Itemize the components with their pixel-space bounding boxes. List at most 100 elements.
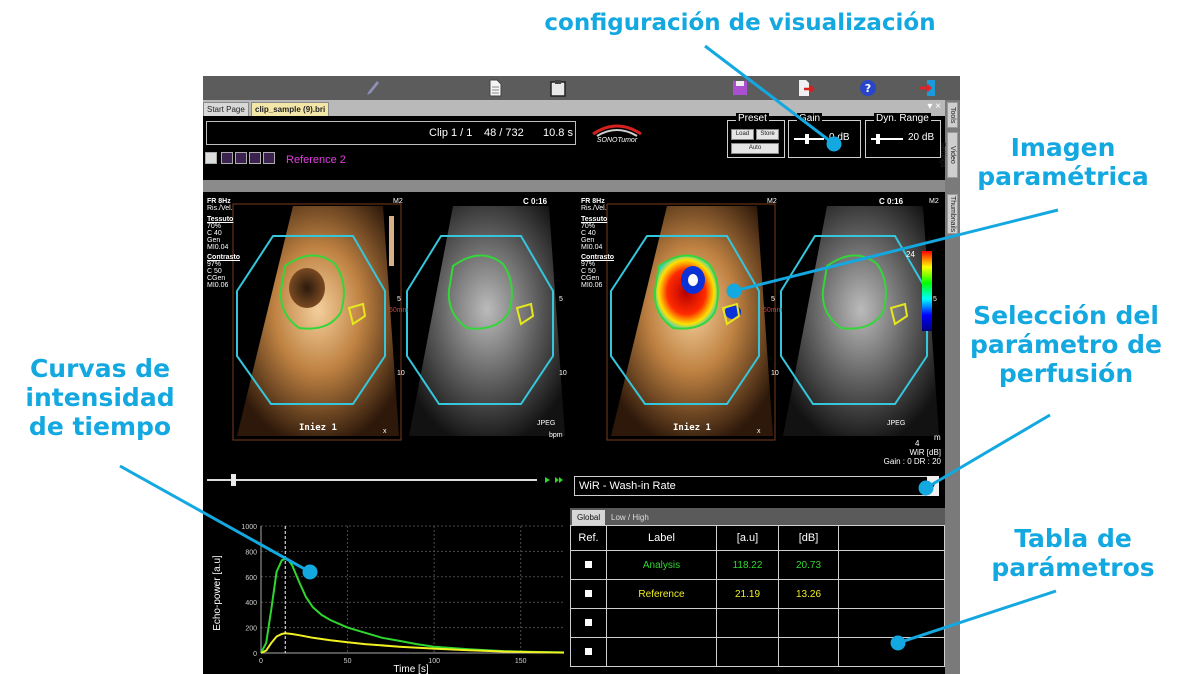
row-db: 13.26 [778, 579, 839, 609]
tab-low-high[interactable]: Low / High [606, 510, 654, 525]
table-row: Reference 21.19 13.26 [570, 579, 945, 609]
gain-title: Gain [797, 113, 823, 124]
row-extra [838, 608, 945, 638]
row-extra [838, 550, 945, 580]
tessuto-mi-left: MI0.04 [207, 244, 229, 251]
callout-config: configuración de visualización [544, 10, 936, 36]
document-icon[interactable] [485, 79, 505, 97]
chart-xtick-label: 50 [344, 658, 352, 665]
row-au [716, 608, 779, 638]
row-au: 118.22 [716, 550, 779, 580]
dyn-range-slider-knob[interactable] [876, 134, 880, 144]
callout-imagen: Imagen paramétrica [968, 133, 1158, 192]
chart-grid [260, 525, 564, 654]
clip-label: Clip 1 / 1 [429, 127, 473, 139]
store-button[interactable]: Store [756, 129, 779, 140]
document-tabbar: Start Page clip_sample (9).bri ▾ × [203, 100, 945, 116]
ultrasound-svg [232, 203, 939, 441]
contrasto-label-right: Contrasto [581, 254, 615, 261]
roi-tool-2-icon[interactable] [235, 152, 247, 164]
c-time-left: C 0:16 [523, 197, 548, 206]
row-db: 20.73 [778, 550, 839, 580]
bmode-pane-right [780, 206, 939, 436]
side-panel-tabs: Tools Video Settings Thumbnails [939, 100, 960, 674]
roi-tool-1-icon[interactable] [221, 152, 233, 164]
row-au [716, 637, 779, 667]
ref-checkbox[interactable] [570, 608, 607, 638]
row-label: Reference [606, 579, 717, 609]
chart-axes: 0 200 400 600 800 1000 0 50 100 150 [241, 524, 564, 665]
divider-strip [203, 180, 945, 192]
side-tab-tools[interactable]: Tools [947, 102, 958, 128]
ref-checkbox[interactable] [570, 579, 607, 609]
gain-slider-knob[interactable] [805, 134, 809, 144]
chart-ytick-label: 0 [253, 651, 257, 658]
tessuto-gen-left: Gen [207, 237, 221, 244]
preset-title: Preset [736, 113, 769, 124]
callout-curvas-line3: de tiempo [28, 411, 172, 441]
time-intensity-chart: 0 200 400 600 800 1000 0 50 100 150 Echo-power [a… [212, 524, 565, 674]
perfusion-parameter-select[interactable]: WiR - Wash-in Rate ▼ [574, 476, 939, 496]
row-extra [838, 579, 945, 609]
help-icon[interactable]: ? [858, 79, 878, 97]
gain-slider[interactable] [794, 138, 824, 140]
depth-10-bmode-left: 10 [559, 370, 567, 377]
row-label: Analysis [606, 550, 717, 580]
contrasto-c-right: C 50 [581, 268, 596, 275]
brush-icon[interactable] [363, 79, 383, 97]
save-icon[interactable] [730, 79, 750, 97]
callout-curvas-line1: Curvas de [29, 354, 171, 383]
fast-forward-icon[interactable] [555, 477, 563, 483]
timeline-knob[interactable] [231, 474, 236, 486]
play-icon[interactable] [545, 477, 550, 483]
timeline-slider[interactable] [207, 473, 567, 487]
clip-time: 10.8 s [543, 127, 573, 139]
contrasto-label-left: Contrasto [207, 254, 241, 261]
dyn-range-group: Dyn. Range 20 dB [865, 113, 941, 158]
pointer-tool-icon[interactable] [205, 152, 217, 164]
roi-tool-3-icon[interactable] [249, 152, 261, 164]
tab-global[interactable]: Global [572, 510, 606, 525]
ultrasound-panels: FR 8Hz Ris./Vel. Tessuto 70% C 40 Gen MI… [203, 196, 945, 446]
colorbar-bottom-value: 4 [915, 439, 920, 448]
side-tab-video-settings[interactable]: Video Settings [939, 132, 958, 178]
clipboard-icon[interactable] [548, 79, 568, 97]
callout-tabla-line1: Tabla de [1014, 524, 1132, 553]
depth-5-right: 5 [771, 296, 775, 303]
tessuto-gen-right: Gen [581, 237, 595, 244]
ref-checkbox[interactable] [570, 550, 607, 580]
chart-xtick-label: 150 [515, 658, 527, 665]
bmode-pane-left [406, 206, 565, 436]
row-extra [838, 637, 945, 667]
iniez-label-right: Iniez 1 [673, 423, 711, 433]
ref-checkbox[interactable] [570, 637, 607, 667]
preset-group: Preset Load Store Auto [727, 113, 785, 158]
logo-text: SONOTumor [596, 137, 638, 144]
side-tab-thumbnails[interactable]: Thumbnails [947, 194, 958, 234]
auto-button[interactable]: Auto [731, 143, 779, 154]
iniez-label-left: Iniez 1 [299, 423, 337, 433]
tab-clip[interactable]: clip_sample (9).bri [251, 102, 330, 116]
c-time-right: C 0:16 [879, 197, 904, 206]
tab-start-page[interactable]: Start Page [203, 102, 249, 116]
tessuto-pct-right: 70% [581, 223, 596, 230]
tessuto-c-right: C 40 [581, 230, 596, 237]
m2-label-right: M2 [767, 198, 777, 205]
chevron-down-icon[interactable]: ▼ [927, 476, 939, 496]
ris-label-left: Ris./Vel. [207, 205, 233, 212]
roi-tool-4-icon[interactable] [263, 152, 275, 164]
table-row [570, 637, 945, 667]
x-label-right: x [757, 428, 761, 435]
exit-icon[interactable] [918, 79, 938, 97]
parameter-table-tabs: Global Low / High [570, 508, 945, 525]
depth-10-right: 10 [771, 370, 779, 377]
chart-ytick-label: 200 [245, 626, 257, 633]
callout-curvas: Curvas de intensidad de tiempo [0, 354, 200, 441]
ris-label-right: Ris./Vel. [581, 205, 607, 212]
param-gain-dr: Gain : 0 DR : 20 [883, 457, 941, 466]
export-icon[interactable] [795, 79, 815, 97]
dyn-range-value: 20 dB [908, 132, 935, 143]
tab-close-controls[interactable]: ▾ × [927, 101, 941, 112]
load-button[interactable]: Load [731, 129, 754, 140]
callout-imagen-line1: Imagen [1010, 133, 1116, 162]
